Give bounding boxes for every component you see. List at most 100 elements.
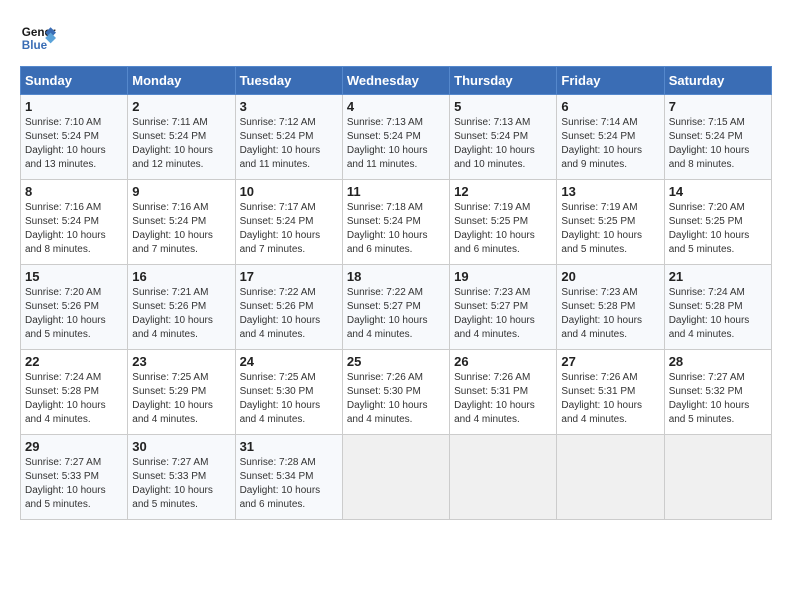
cell-info: Sunrise: 7:24 AMSunset: 5:28 PMDaylight:… (25, 371, 123, 427)
cell-info: Sunrise: 7:19 AMSunset: 5:25 PMDaylight:… (561, 201, 659, 257)
day-number: 30 (132, 439, 230, 454)
logo: General Blue (20, 20, 56, 56)
week-row: 1Sunrise: 7:10 AMSunset: 5:24 PMDaylight… (21, 95, 772, 180)
day-number: 16 (132, 269, 230, 284)
calendar-cell: 10 Sunrise: 7:17 AMSunset: 5:24 PMDayligh… (235, 180, 342, 265)
cell-info: Sunrise: 7:20 AMSunset: 5:26 PMDaylight:… (25, 286, 123, 342)
cell-info: Sunrise: 7:26 AMSunset: 5:31 PMDaylight:… (561, 371, 659, 427)
cell-info: Sunrise: 7:20 AMSunset: 5:25 PMDaylight:… (669, 201, 767, 257)
day-number: 9 (132, 184, 230, 199)
day-number: 21 (669, 269, 767, 284)
cell-info: Sunrise: 7:13 AMSunset: 5:24 PMDaylight:… (454, 116, 552, 172)
day-number: 5 (454, 99, 552, 114)
day-number: 17 (240, 269, 338, 284)
cell-info: Sunrise: 7:25 AMSunset: 5:29 PMDaylight:… (132, 371, 230, 427)
calendar-cell (557, 435, 664, 520)
calendar-cell: 26 Sunrise: 7:26 AMSunset: 5:31 PMDayligh… (450, 350, 557, 435)
day-number: 26 (454, 354, 552, 369)
day-number: 6 (561, 99, 659, 114)
day-number: 10 (240, 184, 338, 199)
calendar-cell: 9 Sunrise: 7:16 AMSunset: 5:24 PMDaylight… (128, 180, 235, 265)
cell-info: Sunrise: 7:23 AMSunset: 5:28 PMDaylight:… (561, 286, 659, 342)
day-number: 25 (347, 354, 445, 369)
day-number: 7 (669, 99, 767, 114)
cell-info: Sunrise: 7:19 AMSunset: 5:25 PMDaylight:… (454, 201, 552, 257)
header-monday: Monday (128, 67, 235, 95)
day-number: 1 (25, 99, 123, 114)
calendar-cell: 5 Sunrise: 7:13 AMSunset: 5:24 PMDaylight… (450, 95, 557, 180)
cell-info: Sunrise: 7:28 AMSunset: 5:34 PMDaylight:… (240, 456, 338, 512)
cell-info: Sunrise: 7:26 AMSunset: 5:31 PMDaylight:… (454, 371, 552, 427)
calendar-cell (450, 435, 557, 520)
day-number: 12 (454, 184, 552, 199)
calendar-cell: 13 Sunrise: 7:19 AMSunset: 5:25 PMDayligh… (557, 180, 664, 265)
calendar-cell: 18Sunrise: 7:22 AMSunset: 5:27 PMDayligh… (342, 265, 449, 350)
header-sunday: Sunday (21, 67, 128, 95)
day-number: 29 (25, 439, 123, 454)
header-saturday: Saturday (664, 67, 771, 95)
calendar-cell: 14 Sunrise: 7:20 AMSunset: 5:25 PMDayligh… (664, 180, 771, 265)
day-number: 31 (240, 439, 338, 454)
header-row: SundayMondayTuesdayWednesdayThursdayFrid… (21, 67, 772, 95)
cell-info: Sunrise: 7:27 AMSunset: 5:33 PMDaylight:… (132, 456, 230, 512)
calendar-cell: 12 Sunrise: 7:19 AMSunset: 5:25 PMDayligh… (450, 180, 557, 265)
cell-info: Sunrise: 7:25 AMSunset: 5:30 PMDaylight:… (240, 371, 338, 427)
day-number: 23 (132, 354, 230, 369)
calendar-cell: 20 Sunrise: 7:23 AMSunset: 5:28 PMDayligh… (557, 265, 664, 350)
day-number: 13 (561, 184, 659, 199)
calendar-cell: 2Sunrise: 7:11 AMSunset: 5:24 PMDaylight… (128, 95, 235, 180)
cell-info: Sunrise: 7:17 AMSunset: 5:24 PMDaylight:… (240, 201, 338, 257)
calendar-cell: 16 Sunrise: 7:21 AMSunset: 5:26 PMDayligh… (128, 265, 235, 350)
calendar-cell: 22 Sunrise: 7:24 AMSunset: 5:28 PMDayligh… (21, 350, 128, 435)
day-number: 8 (25, 184, 123, 199)
cell-info: Sunrise: 7:24 AMSunset: 5:28 PMDaylight:… (669, 286, 767, 342)
day-number: 14 (669, 184, 767, 199)
cell-info: Sunrise: 7:16 AMSunset: 5:24 PMDaylight:… (132, 201, 230, 257)
day-number: 22 (25, 354, 123, 369)
day-number: 20 (561, 269, 659, 284)
calendar-cell: 15Sunrise: 7:20 AMSunset: 5:26 PMDayligh… (21, 265, 128, 350)
logo-icon: General Blue (20, 20, 56, 56)
calendar-cell: 4Sunrise: 7:13 AMSunset: 5:24 PMDaylight… (342, 95, 449, 180)
cell-info: Sunrise: 7:26 AMSunset: 5:30 PMDaylight:… (347, 371, 445, 427)
day-number: 4 (347, 99, 445, 114)
cell-info: Sunrise: 7:27 AMSunset: 5:32 PMDaylight:… (669, 371, 767, 427)
calendar-cell: 27 Sunrise: 7:26 AMSunset: 5:31 PMDayligh… (557, 350, 664, 435)
day-number: 2 (132, 99, 230, 114)
day-number: 11 (347, 184, 445, 199)
calendar-cell: 31 Sunrise: 7:28 AMSunset: 5:34 PMDayligh… (235, 435, 342, 520)
cell-info: Sunrise: 7:21 AMSunset: 5:26 PMDaylight:… (132, 286, 230, 342)
calendar-cell: 7 Sunrise: 7:15 AMSunset: 5:24 PMDaylight… (664, 95, 771, 180)
week-row: 15Sunrise: 7:20 AMSunset: 5:26 PMDayligh… (21, 265, 772, 350)
calendar-cell: 17 Sunrise: 7:22 AMSunset: 5:26 PMDayligh… (235, 265, 342, 350)
calendar-cell: 25 Sunrise: 7:26 AMSunset: 5:30 PMDayligh… (342, 350, 449, 435)
week-row: 29 Sunrise: 7:27 AMSunset: 5:33 PMDayligh… (21, 435, 772, 520)
calendar-cell: 30 Sunrise: 7:27 AMSunset: 5:33 PMDayligh… (128, 435, 235, 520)
page-header: General Blue (20, 20, 772, 56)
cell-info: Sunrise: 7:12 AMSunset: 5:24 PMDaylight:… (240, 116, 338, 172)
header-wednesday: Wednesday (342, 67, 449, 95)
calendar-cell: 8Sunrise: 7:16 AMSunset: 5:24 PMDaylight… (21, 180, 128, 265)
calendar-cell: 19Sunrise: 7:23 AMSunset: 5:27 PMDayligh… (450, 265, 557, 350)
calendar-cell: 21 Sunrise: 7:24 AMSunset: 5:28 PMDayligh… (664, 265, 771, 350)
calendar-cell: 11 Sunrise: 7:18 AMSunset: 5:24 PMDayligh… (342, 180, 449, 265)
cell-info: Sunrise: 7:14 AMSunset: 5:24 PMDaylight:… (561, 116, 659, 172)
day-number: 27 (561, 354, 659, 369)
cell-info: Sunrise: 7:15 AMSunset: 5:24 PMDaylight:… (669, 116, 767, 172)
day-number: 24 (240, 354, 338, 369)
cell-info: Sunrise: 7:22 AMSunset: 5:26 PMDaylight:… (240, 286, 338, 342)
cell-info: Sunrise: 7:27 AMSunset: 5:33 PMDaylight:… (25, 456, 123, 512)
calendar-cell: 6 Sunrise: 7:14 AMSunset: 5:24 PMDaylight… (557, 95, 664, 180)
calendar-cell: 24 Sunrise: 7:25 AMSunset: 5:30 PMDayligh… (235, 350, 342, 435)
calendar-cell (342, 435, 449, 520)
week-row: 8 Sunrise: 7:16 AMSunset: 5:24 PMDaylight… (21, 180, 772, 265)
header-tuesday: Tuesday (235, 67, 342, 95)
cell-info: Sunrise: 7:22 AMSunset: 5:27 PMDaylight:… (347, 286, 445, 342)
calendar-cell: 23 Sunrise: 7:25 AMSunset: 5:29 PMDayligh… (128, 350, 235, 435)
cell-info: Sunrise: 7:18 AMSunset: 5:24 PMDaylight:… (347, 201, 445, 257)
header-friday: Friday (557, 67, 664, 95)
cell-info: Sunrise: 7:23 AMSunset: 5:27 PMDaylight:… (454, 286, 552, 342)
calendar-cell: 3Sunrise: 7:12 AMSunset: 5:24 PMDaylight… (235, 95, 342, 180)
day-number: 28 (669, 354, 767, 369)
calendar-cell: 29 Sunrise: 7:27 AMSunset: 5:33 PMDayligh… (21, 435, 128, 520)
